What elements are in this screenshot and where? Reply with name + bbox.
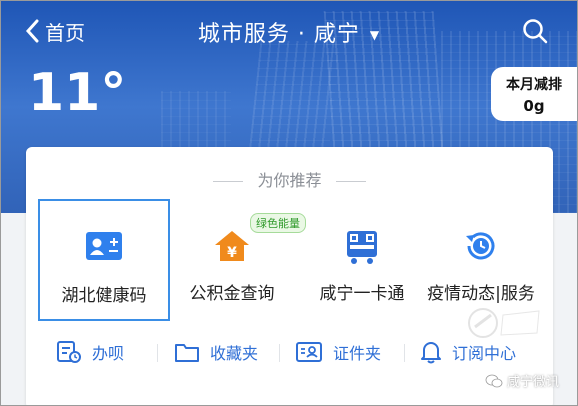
shortcut-label: 证件夹 — [333, 344, 382, 363]
tile-bus-card[interactable]: 咸宁一卡通 — [296, 199, 428, 321]
shortcut-label: 收藏夹 — [210, 344, 259, 363]
shortcut-label: 订阅中心 — [452, 344, 517, 363]
housing-fund-icon: ¥ — [215, 231, 249, 261]
recommend-heading: 为你推荐 — [257, 171, 322, 190]
bus-card-icon — [347, 231, 377, 264]
shortcut-favorites[interactable]: 收藏夹 — [174, 332, 258, 372]
carbon-value: 0g — [523, 97, 545, 115]
shortcut-banbei[interactable]: 办呗 — [56, 332, 124, 372]
divider — [335, 181, 366, 182]
divider — [213, 181, 244, 182]
services-card: 为你推荐 湖北健康码 ¥ 公积金查询 绿色能量 咸宁一卡通 疫情动态|服务 办呗… — [26, 147, 553, 405]
screen: 首页 城市服务 · 咸宁 ▼ 11° 本月减排 0g 为你推荐 湖北健康码 ¥ … — [0, 0, 578, 406]
divider — [157, 344, 158, 362]
tile-label: 咸宁一卡通 — [319, 284, 405, 304]
wechat-watermark: 咸宁微讯 — [485, 371, 559, 390]
divider — [404, 344, 405, 362]
divider — [279, 344, 280, 362]
wechat-icon — [485, 374, 503, 387]
document-clock-icon — [57, 341, 81, 363]
city-selector[interactable]: 城市服务 · 咸宁 ▼ — [1, 16, 577, 48]
search-icon[interactable] — [522, 18, 548, 44]
tile-label: 湖北健康码 — [61, 286, 147, 306]
watermark-logo — [468, 308, 540, 338]
shortcut-label: 办呗 — [92, 344, 125, 363]
refresh-clock-icon — [466, 232, 495, 260]
watermark-text: 咸宁微讯 — [506, 375, 559, 390]
tile-label: 疫情动态|服务 — [427, 284, 535, 304]
carbon-label: 本月减排 — [506, 77, 562, 93]
health-code-icon — [86, 232, 122, 260]
tile-health-code[interactable]: 湖北健康码 — [38, 199, 170, 321]
recommend-heading-row: 为你推荐 — [26, 167, 553, 191]
shortcut-id-wallet[interactable]: 证件夹 — [295, 332, 381, 372]
page-title: 城市服务 · 咸宁 — [197, 22, 360, 47]
bell-icon — [421, 342, 441, 364]
caret-down-icon: ▼ — [369, 28, 381, 42]
folder-icon — [175, 344, 199, 362]
svg-text:¥: ¥ — [227, 245, 237, 261]
temperature: 11° — [28, 63, 127, 123]
tile-label: 公积金查询 — [189, 284, 275, 304]
id-card-icon — [296, 342, 322, 362]
carbon-reduction-badge[interactable]: 本月减排 0g — [491, 67, 577, 121]
